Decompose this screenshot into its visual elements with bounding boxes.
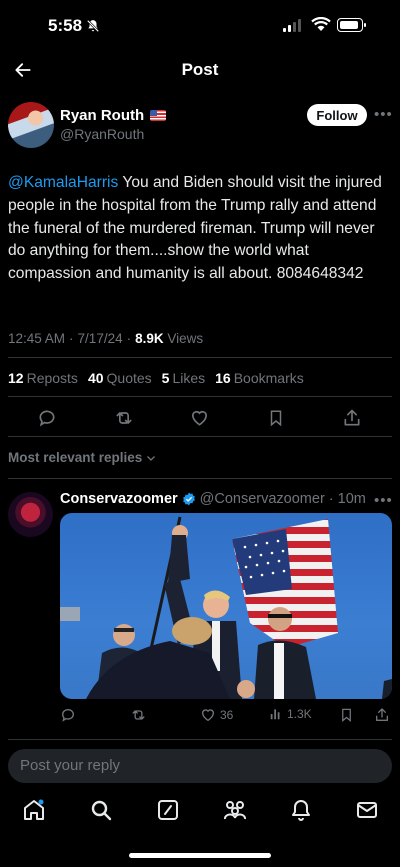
verified-badge-icon — [182, 492, 196, 506]
reply-repost-icon[interactable] — [130, 707, 147, 723]
author-handle[interactable]: @RyanRouth — [60, 126, 144, 142]
reply-views-button[interactable]: 1.3K — [269, 707, 312, 721]
messages-icon[interactable] — [355, 798, 379, 822]
views-label: Views — [167, 331, 204, 346]
reply-age: 10m — [337, 491, 366, 507]
reply-bookmark-icon[interactable] — [339, 707, 354, 723]
mention-link[interactable]: @KamalaHarris — [8, 174, 118, 191]
reply-header: Conservazoomer @Conservazoomer · 10m — [60, 491, 366, 507]
quotes-stat[interactable]: 40 Quotes — [88, 370, 152, 386]
reply-views-count: 1.3K — [287, 707, 312, 721]
status-time: 5:58 — [48, 16, 83, 35]
reply-reply-icon[interactable] — [60, 707, 76, 723]
like-icon — [200, 707, 216, 723]
author-name-text: Ryan Routh — [60, 107, 145, 124]
views-count: 8.9K — [135, 331, 164, 346]
reply-author-name[interactable]: Conservazoomer — [60, 491, 178, 507]
author-avatar[interactable] — [8, 102, 54, 148]
post-text: @KamalaHarris You and Biden should visit… — [8, 172, 392, 286]
reposts-stat[interactable]: 12 Reposts — [8, 370, 78, 386]
reply-author-avatar[interactable] — [8, 492, 53, 537]
engagement-stats: 12 Reposts 40 Quotes 5 Likes 16 Bookmarks — [8, 370, 304, 386]
bottom-tab-bar — [0, 798, 400, 828]
home-icon[interactable] — [22, 798, 46, 822]
reply-like-count: 36 — [220, 708, 234, 722]
divider — [8, 357, 392, 358]
share-icon[interactable] — [342, 408, 362, 428]
post-date: 7/17/24 — [77, 331, 123, 346]
likes-stat[interactable]: 5 Likes — [162, 370, 205, 386]
reply-photo[interactable] — [60, 513, 392, 699]
divider — [8, 739, 392, 740]
post-actions — [0, 408, 400, 432]
battery-icon — [337, 18, 366, 32]
follow-button[interactable]: Follow — [307, 104, 367, 126]
reply-share-icon[interactable] — [374, 707, 390, 723]
chevron-down-icon — [145, 452, 157, 464]
post-meta: 12:45 AM · 7/17/24 · 8.9K Views — [8, 331, 204, 346]
divider — [8, 478, 392, 479]
like-icon[interactable] — [189, 408, 210, 428]
wifi-icon — [311, 17, 331, 32]
bookmarks-stat[interactable]: 16 Bookmarks — [215, 370, 304, 386]
views-icon — [269, 707, 283, 721]
replies-sort-label: Most relevant replies — [8, 450, 143, 465]
reply-author-handle[interactable]: @Conservazoomer — [200, 491, 325, 507]
author-name[interactable]: Ryan Routh — [60, 107, 167, 124]
more-icon[interactable]: ••• — [374, 106, 393, 123]
bookmark-icon[interactable] — [267, 408, 285, 428]
page-title: Post — [181, 60, 219, 79]
replies-sort-dropdown[interactable]: Most relevant replies — [8, 450, 157, 465]
communities-icon[interactable] — [222, 798, 248, 822]
reply-more-icon[interactable]: ••• — [374, 492, 393, 509]
cellular-signal-icon — [283, 19, 301, 32]
post-time: 12:45 AM — [8, 331, 66, 346]
reply-icon[interactable] — [37, 408, 57, 428]
grok-icon[interactable] — [156, 798, 180, 822]
search-icon[interactable] — [89, 798, 113, 822]
repost-icon[interactable] — [113, 408, 135, 428]
divider — [8, 396, 392, 397]
silent-bell-icon — [86, 19, 100, 33]
us-flag-icon — [150, 110, 167, 121]
reply-like-button[interactable]: 36 — [200, 707, 233, 723]
reply-actions: 36 1.3K — [60, 707, 392, 725]
notifications-icon[interactable] — [289, 798, 313, 822]
divider — [8, 436, 392, 437]
reply-input[interactable]: Post your reply — [8, 749, 392, 783]
home-indicator — [129, 853, 271, 858]
